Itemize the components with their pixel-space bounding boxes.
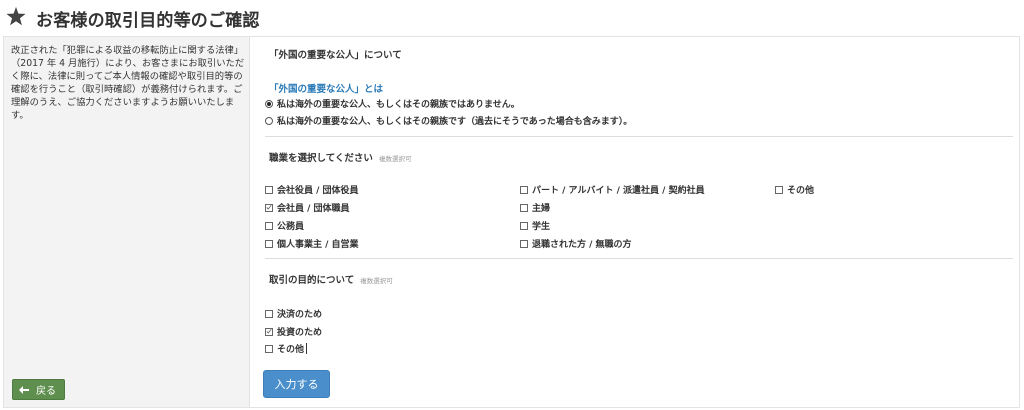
submit-button[interactable]: 入力する <box>263 370 330 398</box>
purpose-title-text: 取引の目的について <box>269 275 355 286</box>
pep-section-title: 「外国の重要な公人」について <box>269 50 402 61</box>
page-title: お客様の取引目的等のご確認 <box>36 11 260 31</box>
checkbox-icon[interactable] <box>520 239 528 248</box>
purpose-section-title: 取引の目的について 複数選択可 <box>269 272 393 286</box>
occupation-option-label: 退職された方 / 無職の方 <box>532 240 632 250</box>
occupation-section-title: 職業を選択してください 複数選択可 <box>269 150 411 164</box>
occupation-option[interactable]: 退職された方 / 無職の方 <box>520 237 632 250</box>
checkbox-icon[interactable] <box>265 344 273 353</box>
occupation-option-label: 主婦 <box>532 204 551 214</box>
page-header: お客様の取引目的等のご確認 <box>0 0 1024 34</box>
checkbox-icon[interactable] <box>520 221 528 230</box>
purpose-option[interactable]: 投資のため <box>265 325 322 338</box>
checkbox-icon[interactable] <box>265 239 273 248</box>
occupation-option[interactable]: 会社員 / 団体職員 <box>265 201 350 214</box>
occupation-option-label: 学生 <box>532 222 551 232</box>
occupation-option[interactable]: パート / アルバイト / 派遣社員 / 契約社員 <box>520 183 705 196</box>
back-button-label: 戻る <box>36 386 56 397</box>
checkbox-checked-icon[interactable] <box>265 327 273 336</box>
occupation-option-label: 個人事業主 / 自営業 <box>277 240 359 250</box>
occupation-option[interactable]: その他 <box>775 183 814 196</box>
pep-definition-link[interactable]: 「外国の重要な公人」とは <box>269 81 383 95</box>
text-cursor <box>306 343 308 354</box>
radio-unselected-icon[interactable] <box>265 116 273 125</box>
checkbox-icon[interactable] <box>520 185 528 194</box>
occupation-option-label: 会社役員 / 団体役員 <box>277 186 359 196</box>
purpose-option-label: 投資のため <box>277 328 323 338</box>
occupation-option[interactable]: 主婦 <box>520 201 550 214</box>
divider <box>265 136 1013 137</box>
checkbox-icon[interactable] <box>775 185 783 194</box>
occupation-option[interactable]: 公務員 <box>265 219 304 232</box>
occupation-option-label: その他 <box>787 186 815 196</box>
purpose-option[interactable]: その他 <box>265 342 308 355</box>
checkbox-checked-icon[interactable] <box>265 203 273 212</box>
checkbox-icon[interactable] <box>265 185 273 194</box>
occupation-option-label: 会社員 / 団体職員 <box>277 204 350 214</box>
occupation-option-label: 公務員 <box>277 222 305 232</box>
occupation-option[interactable]: 学生 <box>520 219 550 232</box>
pep-option-not-pep[interactable]: 私は海外の重要な公人、もしくはその親族ではありません。 <box>265 97 520 110</box>
star-icon <box>6 6 26 26</box>
occupation-title-text: 職業を選択してください <box>269 153 373 164</box>
purpose-option-label: その他 <box>277 345 305 355</box>
purpose-option-label: 決済のため <box>277 310 323 320</box>
radio-selected-icon[interactable] <box>265 99 273 108</box>
arrow-left-icon <box>17 380 31 399</box>
form-panel: 「外国の重要な公人」について 「外国の重要な公人」とは 私は海外の重要な公人、も… <box>250 36 1020 408</box>
pep-option-label: 私は海外の重要な公人、もしくはその親族です（過去にそうであった場合も含みます）。 <box>277 117 633 127</box>
multi-select-note: 複数選択可 <box>378 155 412 163</box>
notice-panel: 改正された「犯罪による収益の移転防止に関する法律」（2017 年 4 月施行）に… <box>3 36 250 408</box>
occupation-option[interactable]: 会社役員 / 団体役員 <box>265 183 359 196</box>
occupation-option-label: パート / アルバイト / 派遣社員 / 契約社員 <box>532 186 705 196</box>
pep-option-is-pep[interactable]: 私は海外の重要な公人、もしくはその親族です（過去にそうであった場合も含みます）。 <box>265 114 632 127</box>
notice-text: 改正された「犯罪による収益の移転防止に関する法律」（2017 年 4 月施行）に… <box>11 45 245 121</box>
back-button[interactable]: 戻る <box>12 379 65 400</box>
checkbox-icon[interactable] <box>520 203 528 212</box>
pep-option-label: 私は海外の重要な公人、もしくはその親族ではありません。 <box>277 100 520 110</box>
multi-select-note: 複数選択可 <box>360 277 393 285</box>
occupation-option[interactable]: 個人事業主 / 自営業 <box>265 237 359 250</box>
purpose-option[interactable]: 決済のため <box>265 307 322 320</box>
checkbox-icon[interactable] <box>265 309 273 318</box>
divider <box>265 258 1013 259</box>
checkbox-icon[interactable] <box>265 221 273 230</box>
